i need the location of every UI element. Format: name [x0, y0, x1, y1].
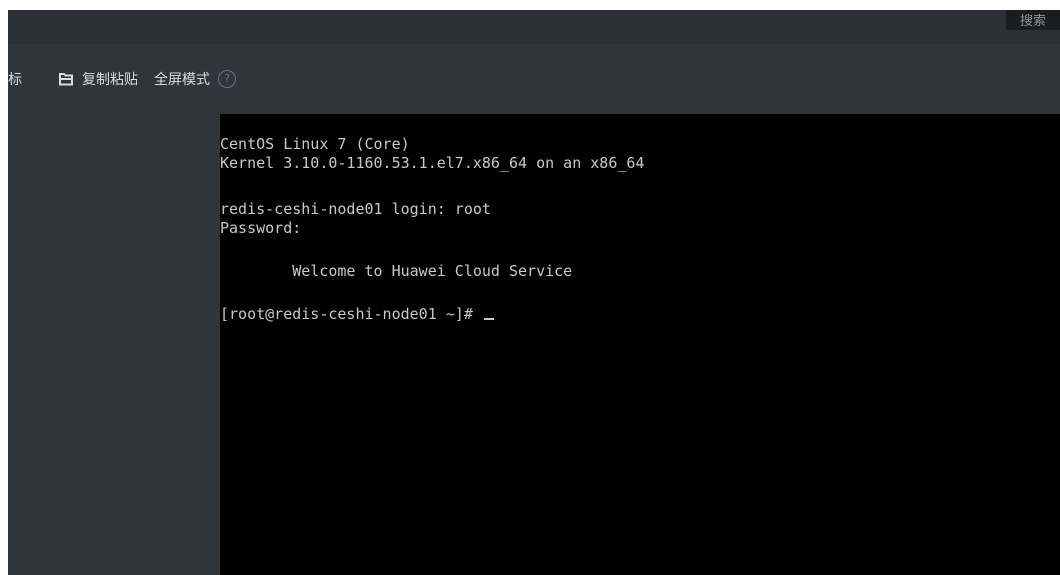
terminal-prompt-line: [root@redis-ceshi-node01 ~]#: [220, 305, 494, 323]
terminal-screen[interactable]: CentOS Linux 7 (Core) Kernel 3.10.0-1160…: [220, 114, 1060, 575]
fullscreen-mode-button[interactable]: 全屏模式 ?: [154, 68, 236, 90]
copy-paste-button[interactable]: 复制粘贴: [58, 68, 138, 90]
toolbar-item-partial-label: 标: [8, 72, 22, 88]
console-toolbar: 标 复制粘贴 全屏模式 ?: [8, 44, 1060, 114]
terminal-line: redis-ceshi-node01 login: root: [220, 200, 491, 218]
left-side-panel: [8, 114, 220, 575]
terminal-line: Kernel 3.10.0-1160.53.1.el7.x86_64 on an…: [220, 154, 645, 172]
text-cursor: [483, 318, 494, 320]
terminal-line: CentOS Linux 7 (Core): [220, 135, 410, 153]
terminal-line: Welcome to Huawei Cloud Service: [220, 262, 573, 280]
search-button-label: 搜索: [1019, 14, 1046, 29]
fullscreen-mode-label: 全屏模式: [154, 72, 210, 88]
copy-paste-label: 复制粘贴: [82, 72, 138, 88]
terminal-line: Password:: [220, 219, 302, 237]
shell-prompt: [root@redis-ceshi-node01 ~]#: [220, 305, 482, 323]
toolbar-item-partial[interactable]: 标: [8, 68, 22, 90]
help-icon[interactable]: ?: [218, 70, 236, 88]
search-button[interactable]: 搜索: [1005, 10, 1060, 30]
remote-console-window: 搜索 标 复制粘贴 全屏模式 ? CentOS Linux 7 (Core) K…: [0, 0, 1060, 575]
top-margin: [0, 0, 1060, 10]
header-bar: 搜索: [8, 10, 1060, 44]
clipboard-icon: [58, 71, 74, 87]
